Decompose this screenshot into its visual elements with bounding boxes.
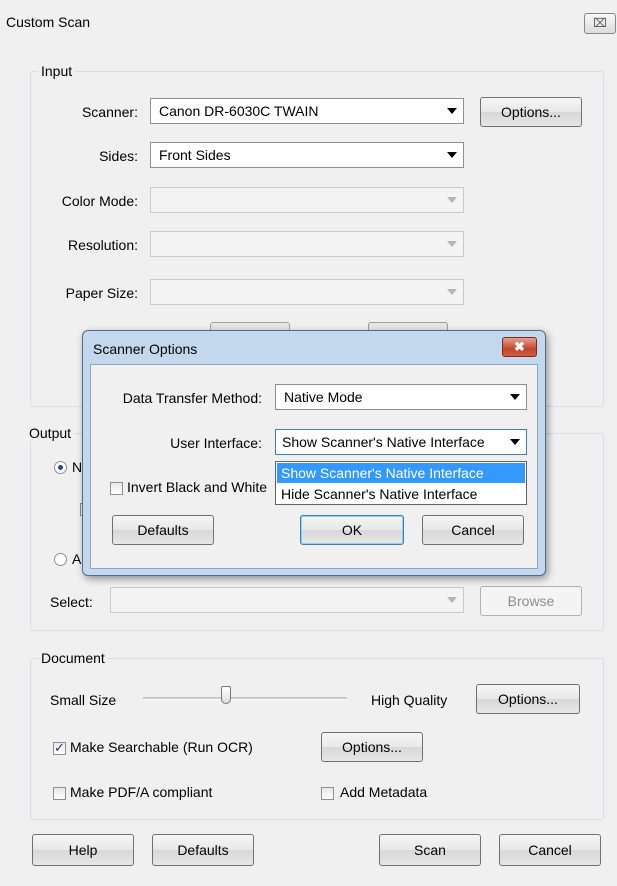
quality-slider-track xyxy=(143,697,347,700)
sides-select[interactable]: Front Sides xyxy=(150,142,464,168)
pdfa-label: Make PDF/A compliant xyxy=(70,784,213,800)
resolution-select[interactable] xyxy=(150,231,464,257)
cancel-button[interactable]: Cancel xyxy=(499,834,601,866)
output-radio-1[interactable] xyxy=(54,461,67,474)
help-button[interactable]: Help xyxy=(32,834,134,866)
scanner-select[interactable]: Canon DR-6030C TWAIN xyxy=(150,98,464,124)
small-size-label: Small Size xyxy=(50,692,117,708)
close-icon[interactable]: ✖ xyxy=(502,337,537,357)
input-group-label: Input xyxy=(38,63,76,79)
defaults-button[interactable]: Defaults xyxy=(152,834,254,866)
sides-value: Front Sides xyxy=(159,147,231,163)
dropdown-option-hide[interactable]: Hide Scanner's Native Interface xyxy=(277,484,525,504)
chevron-down-icon xyxy=(447,152,457,158)
browse-button[interactable]: Browse xyxy=(480,586,582,616)
chevron-down-icon xyxy=(510,439,520,445)
chevron-down-icon xyxy=(447,597,457,603)
sides-label: Sides: xyxy=(99,148,138,164)
ocr-options-button[interactable]: Options... xyxy=(321,732,423,762)
dialog-ok-button[interactable]: OK xyxy=(300,515,404,545)
high-quality-label: High Quality xyxy=(371,692,448,708)
user-interface-label: User Interface: xyxy=(170,435,262,451)
add-metadata-checkbox[interactable] xyxy=(321,787,334,800)
output-select[interactable] xyxy=(110,587,464,613)
make-searchable-label: Make Searchable (Run OCR) xyxy=(70,739,253,755)
dialog-defaults-button[interactable]: Defaults xyxy=(112,515,214,545)
data-transfer-value: Native Mode xyxy=(284,389,363,405)
paper-size-label: Paper Size: xyxy=(65,285,138,301)
quality-slider-thumb[interactable] xyxy=(221,686,231,704)
user-interface-value: Show Scanner's Native Interface xyxy=(282,434,485,450)
document-group-label: Document xyxy=(38,650,108,666)
dropdown-option-show[interactable]: Show Scanner's Native Interface xyxy=(277,463,525,483)
output-radio-2[interactable] xyxy=(54,553,67,566)
chevron-down-icon xyxy=(510,394,520,400)
select-label: Select: xyxy=(50,594,93,610)
data-transfer-label: Data Transfer Method: xyxy=(122,390,262,406)
scanner-label: Scanner: xyxy=(81,104,138,120)
chevron-down-icon xyxy=(447,108,457,114)
chevron-down-icon xyxy=(447,289,457,295)
quality-options-button[interactable]: Options... xyxy=(476,684,580,714)
user-interface-select[interactable]: Show Scanner's Native Interface xyxy=(275,429,527,455)
invert-label-clip: Invert Black and White xyxy=(127,479,274,499)
title-bar: Custom Scan ⌧ xyxy=(0,0,617,44)
color-mode-label: Color Mode: xyxy=(61,193,138,209)
data-transfer-select[interactable]: Native Mode xyxy=(275,384,527,410)
output-radio-1-label: N xyxy=(72,459,83,475)
output-group-label: Output xyxy=(26,425,75,441)
resolution-label: Resolution: xyxy=(67,237,138,253)
scanner-options-button[interactable]: Options... xyxy=(480,97,582,127)
chevron-down-icon xyxy=(447,241,457,247)
user-interface-dropdown-list: Show Scanner's Native Interface Hide Sca… xyxy=(275,461,527,505)
pdfa-checkbox[interactable] xyxy=(53,787,66,800)
add-metadata-label: Add Metadata xyxy=(340,784,428,800)
window-title: Custom Scan xyxy=(6,14,91,30)
paper-size-select[interactable] xyxy=(150,279,464,305)
close-icon[interactable]: ⌧ xyxy=(584,13,616,34)
scan-button[interactable]: Scan xyxy=(379,834,481,866)
dialog-cancel-button[interactable]: Cancel xyxy=(422,515,524,545)
color-mode-select[interactable] xyxy=(150,187,464,213)
make-searchable-checkbox[interactable] xyxy=(53,740,66,756)
dialog-title: Scanner Options xyxy=(93,341,198,357)
invert-label: Invert Black and White xyxy=(127,479,268,495)
invert-checkbox[interactable] xyxy=(110,482,123,495)
scanner-value: Canon DR-6030C TWAIN xyxy=(159,103,319,119)
chevron-down-icon xyxy=(447,197,457,203)
